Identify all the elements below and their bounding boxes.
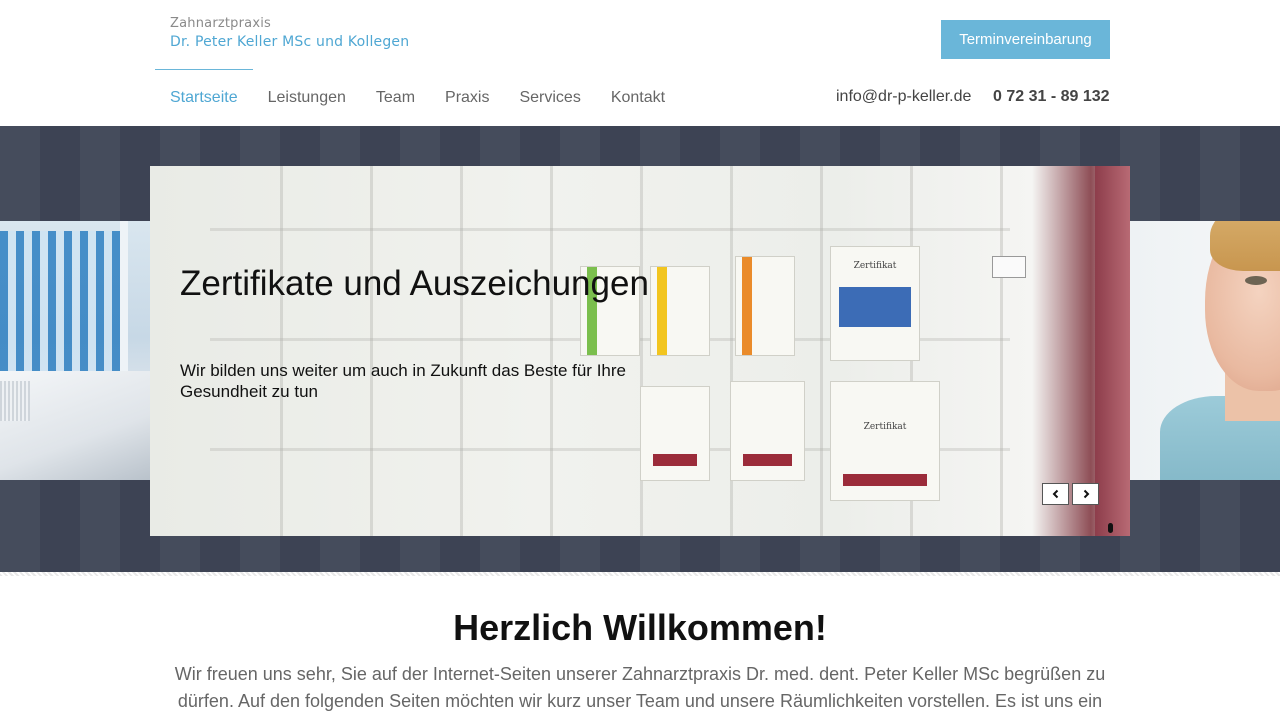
certificate-seal [843, 474, 927, 486]
radiator-image [0, 381, 30, 421]
previous-slide-preview [0, 221, 150, 480]
nav-item-leistungen[interactable]: Leistungen [253, 69, 361, 126]
window-blinds-image [0, 231, 125, 371]
main-nav: Startseite Leistungen Team Praxis Servic… [155, 69, 680, 126]
welcome-title: Herzlich Willkommen! [453, 607, 827, 648]
door-image [1095, 166, 1130, 536]
hero-slide: Zertifikat Zertifikat Zertifikate und Au… [150, 166, 1130, 536]
chevron-right-icon [1083, 489, 1089, 499]
certificate-blue-field [839, 287, 911, 327]
slide-title: Zertifikate und Auszeichungen [180, 264, 649, 303]
contact-email-link[interactable]: info@dr-p-keller.de [836, 88, 971, 106]
site-header: Zahnarztpraxis Dr. Peter Keller MSc und … [0, 0, 1280, 126]
certificate-frame: Zertifikat [830, 246, 920, 361]
welcome-text: Wir freuen uns sehr, Sie auf der Interne… [174, 664, 1106, 711]
logo-line-doctor: Dr. Peter Keller MSc und Kollegen [170, 34, 410, 50]
certificate-frame [735, 256, 795, 356]
nav-item-startseite[interactable]: Startseite [155, 69, 253, 126]
certificate-frame [730, 381, 805, 481]
slider-prev-button[interactable] [1042, 483, 1069, 505]
next-slide-preview [1130, 221, 1280, 480]
certificate-label: Zertifikat [863, 422, 907, 432]
hair-image [1210, 221, 1280, 271]
slider-next-button[interactable] [1072, 483, 1099, 505]
hero-band: Zertifikat Zertifikat Zertifikate und Au… [0, 126, 1280, 576]
nav-item-kontakt[interactable]: Kontakt [596, 69, 680, 126]
logo[interactable]: Zahnarztpraxis Dr. Peter Keller MSc und … [170, 16, 409, 50]
chevron-left-icon [1052, 489, 1058, 499]
slider-indicator[interactable] [1108, 523, 1113, 533]
certificate-stripe [742, 257, 752, 355]
slide-caption: Wir bilden uns weiter um auch in Zukunft… [180, 361, 626, 401]
certificate-frame [640, 386, 710, 481]
appointment-button[interactable]: Terminvereinbarung [941, 20, 1110, 59]
nav-item-team[interactable]: Team [361, 69, 430, 126]
logo-line-practice: Zahnarztpraxis [170, 16, 272, 31]
contact-phone[interactable]: 0 72 31 - 89 132 [993, 88, 1110, 106]
certificate-label: Zertifikat [853, 261, 897, 271]
certificate-seal [743, 454, 792, 466]
nav-item-praxis[interactable]: Praxis [430, 69, 504, 126]
window-frame [120, 221, 128, 381]
certificate-seal [653, 454, 697, 466]
nav-item-services[interactable]: Services [504, 69, 595, 126]
light-switch-image [992, 256, 1026, 278]
hero-band-divider [0, 572, 1280, 576]
eye-image [1245, 276, 1267, 285]
certificate-frame: Zertifikat [830, 381, 940, 501]
